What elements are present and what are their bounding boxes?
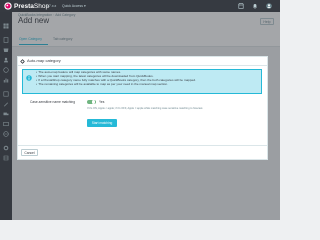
toggle-knob[interactable] xyxy=(91,100,95,104)
panel-footer-divider xyxy=(17,145,268,146)
logo-text[interactable]: PrestaShop xyxy=(14,2,49,11)
case-sensitive-hint: If it's ON, Apple ≠ apple; if it's OFF, … xyxy=(87,106,204,110)
panel-title: Auto-map category xyxy=(27,58,61,63)
cog-icon xyxy=(20,58,25,64)
quick-access-menu[interactable]: Quick Access ▾ xyxy=(62,3,86,9)
logo-brand: Presta xyxy=(14,2,34,10)
start-matching-button[interactable]: Start matching xyxy=(87,119,117,127)
cancel-button[interactable]: Cancel xyxy=(21,149,38,156)
info-item: The remaining categories will be availab… xyxy=(36,82,258,86)
case-sensitive-label: Case-sensitive name matching xyxy=(30,99,76,104)
user-avatar-icon[interactable] xyxy=(266,3,272,9)
prestashop-logo-icon[interactable] xyxy=(4,2,12,10)
notifications-icon[interactable] xyxy=(252,3,258,9)
version-label: 1.7.x.x xyxy=(46,4,57,8)
store-icon[interactable] xyxy=(238,3,244,9)
toggle-value: Yes xyxy=(99,99,105,104)
info-list: The auto-map feature will map categories… xyxy=(36,70,258,86)
info-icon xyxy=(26,75,32,81)
